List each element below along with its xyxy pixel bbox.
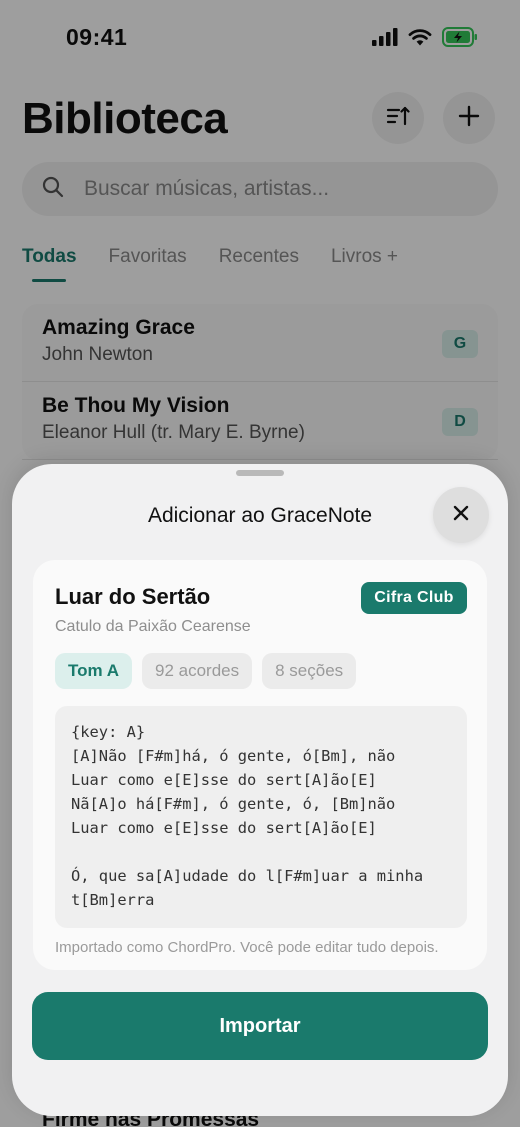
import-note: Importado como ChordPro. Você pode edita… — [55, 939, 439, 956]
preview-song-artist: Catulo da Paixão Cearense — [55, 618, 251, 635]
song-info-chips: Tom A 92 acordes 8 seções — [55, 653, 357, 689]
song-preview-card: Luar do Sertão Catulo da Paixão Cearense… — [33, 560, 487, 970]
chordpro-line: Nã[A]o há[F#m], ó gente, ó, [Bm]não — [71, 795, 396, 813]
chordpro-line: t[Bm]erra — [71, 891, 155, 909]
preview-song-title: Luar do Sertão — [55, 584, 211, 609]
chordpro-line: Ó, que sa[A]udade do l[F#m]uar a minha — [71, 867, 424, 885]
chords-count-chip: 92 acordes — [142, 653, 253, 689]
close-button[interactable] — [433, 487, 489, 543]
chordpro-line: [A]Não [F#m]há, ó gente, ó[Bm], não — [71, 747, 396, 765]
sections-count-chip: 8 seções — [262, 653, 357, 689]
close-icon — [453, 505, 469, 526]
chordpro-preview: {key: A} [A]Não [F#m]há, ó gente, ó[Bm],… — [55, 706, 467, 928]
key-chip: Tom A — [55, 653, 132, 689]
chordpro-line: Luar como e[E]sse do sert[A]ão[E] — [71, 771, 377, 789]
chordpro-line: {key: A} — [71, 723, 146, 741]
import-sheet: Adicionar ao GraceNote Luar do Sertão Ca… — [12, 464, 508, 1116]
chordpro-line: Luar como e[E]sse do sert[A]ão[E] — [71, 819, 377, 837]
sheet-grabber[interactable] — [236, 470, 284, 476]
source-badge: Cifra Club — [361, 582, 467, 614]
import-button[interactable]: Importar — [32, 992, 488, 1060]
chordpro-line — [71, 840, 451, 864]
